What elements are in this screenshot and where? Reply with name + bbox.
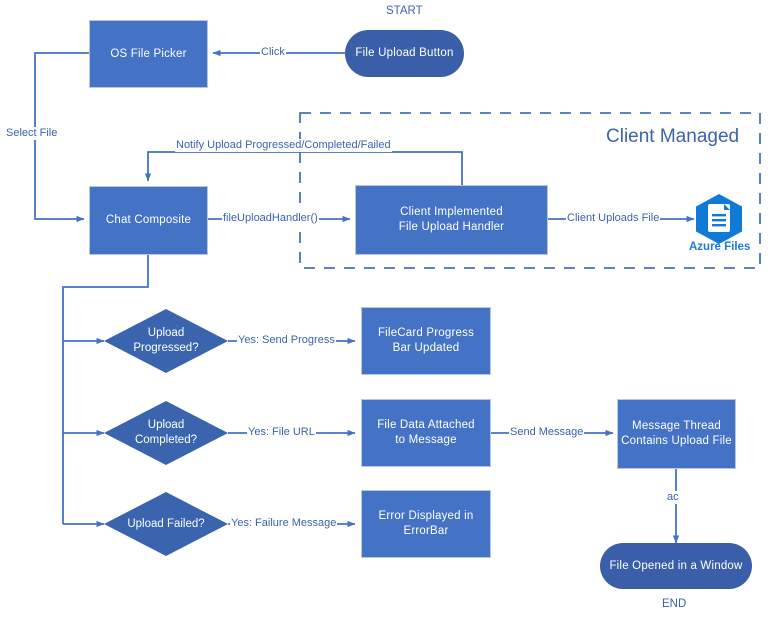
end-marker: END <box>662 598 687 610</box>
edge-label-notify: Notify Upload Progressed/Completed/Faile… <box>175 139 392 152</box>
diamond-upload-completed <box>104 401 228 465</box>
edge-branch-spine <box>62 255 149 524</box>
client-managed-title: Client Managed <box>606 126 740 147</box>
decision-shapes <box>104 309 228 556</box>
node-message-thread-label: Message Thread Contains Upload File <box>621 420 732 447</box>
edge-label-click: Click <box>260 46 286 59</box>
edge-label-yes-send-progress: Yes: Send Progress <box>237 334 336 347</box>
node-chat-composite[interactable]: Chat Composite <box>89 186 208 255</box>
node-error-displayed[interactable]: Error Displayed in ErrorBar <box>361 490 491 558</box>
diamond-upload-failed <box>104 492 228 556</box>
azure-files-icon <box>696 194 742 244</box>
edge-label-client-uploads-file: Client Uploads File <box>566 212 661 225</box>
flowchart-canvas: File Upload Button START OS File Picker … <box>0 0 771 619</box>
node-os-file-picker-label: OS File Picker <box>110 47 187 60</box>
edge-label-send-message: Send Message <box>509 426 585 439</box>
node-file-data-attached-label: File Data Attached to Message <box>377 419 475 446</box>
diamond-upload-progressed <box>104 309 228 373</box>
node-os-file-picker[interactable]: OS File Picker <box>89 20 208 88</box>
node-client-implemented-handler-label: Client Implemented File Upload Handler <box>398 206 505 233</box>
node-filecard-progress-label: FileCard Progress Bar Updated <box>377 327 475 354</box>
edge-label-yes-failure-message: Yes: Failure Message <box>230 517 338 530</box>
node-file-opened[interactable]: File Opened in a Window <box>600 543 752 589</box>
node-file-data-attached[interactable]: File Data Attached to Message <box>361 399 491 467</box>
node-azure-files-label: Azure Files <box>689 241 751 253</box>
node-file-upload-button-label: File Upload Button <box>355 47 454 59</box>
edge-label-select-file: Select File <box>5 127 59 140</box>
node-client-implemented-handler[interactable]: Client Implemented File Upload Handler <box>355 185 548 255</box>
edge-label-ac: ac <box>666 491 680 504</box>
edge-notify <box>144 151 463 186</box>
node-message-thread[interactable]: Message Thread Contains Upload File <box>617 399 736 469</box>
node-file-upload-button[interactable]: File Upload Button <box>345 30 464 77</box>
node-chat-composite-label: Chat Composite <box>105 214 192 226</box>
edge-label-file-upload-handler: fileUploadHandler() <box>222 212 319 225</box>
node-filecard-progress[interactable]: FileCard Progress Bar Updated <box>361 307 491 375</box>
node-error-displayed-label: Error Displayed in ErrorBar <box>378 510 474 537</box>
edge-label-yes-file-url: Yes: File URL <box>247 426 316 439</box>
start-marker: START <box>386 5 423 17</box>
node-file-opened-label: File Opened in a Window <box>609 559 743 572</box>
